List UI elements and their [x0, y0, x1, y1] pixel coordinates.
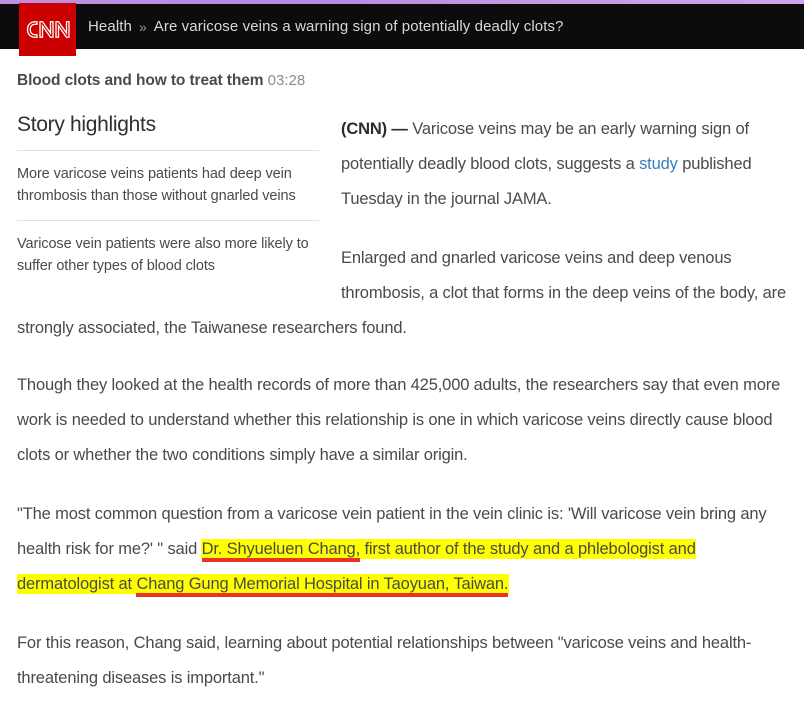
article-body: Story highlights More varicose veins pat…	[17, 112, 788, 696]
story-highlight-item: Varicose vein patients were also more li…	[17, 236, 309, 274]
breadcrumb-article-title: Are varicose veins a warning sign of pot…	[153, 18, 564, 35]
paragraph-records: Though they looked at the health records…	[17, 376, 781, 464]
cnn-source-label: (CNN) —	[341, 120, 408, 138]
breadcrumb-separator-icon: »	[138, 18, 147, 35]
video-title: Blood clots and how to treat them	[17, 72, 264, 89]
cnn-logo[interactable]	[19, 3, 76, 56]
cnn-logo-icon	[26, 21, 70, 38]
story-highlights-box: Story highlights More varicose veins pat…	[17, 112, 319, 290]
annotation-highlight-name: Dr. Shyueluen Chang,	[201, 540, 361, 558]
article-page: Blood clots and how to treat them 03:28 …	[0, 57, 804, 720]
annotation-highlight-affiliation: Chang Gung Memorial Hospital in Taoyuan,…	[136, 575, 509, 593]
story-highlights-title: Story highlights	[17, 113, 156, 136]
story-highlight-item: More varicose veins patients had deep ve…	[17, 166, 296, 204]
paragraph-quote: "The most common question from a varicos…	[17, 497, 788, 602]
video-caption[interactable]: Blood clots and how to treat them 03:28	[17, 72, 804, 90]
breadcrumb-section[interactable]: Health	[88, 18, 132, 35]
paragraph-conclusion: For this reason, Chang said, learning ab…	[17, 634, 752, 687]
video-duration: 03:28	[267, 72, 306, 89]
breadcrumb: Health » Are varicose veins a warning si…	[88, 4, 564, 49]
study-link[interactable]: study	[639, 155, 678, 173]
